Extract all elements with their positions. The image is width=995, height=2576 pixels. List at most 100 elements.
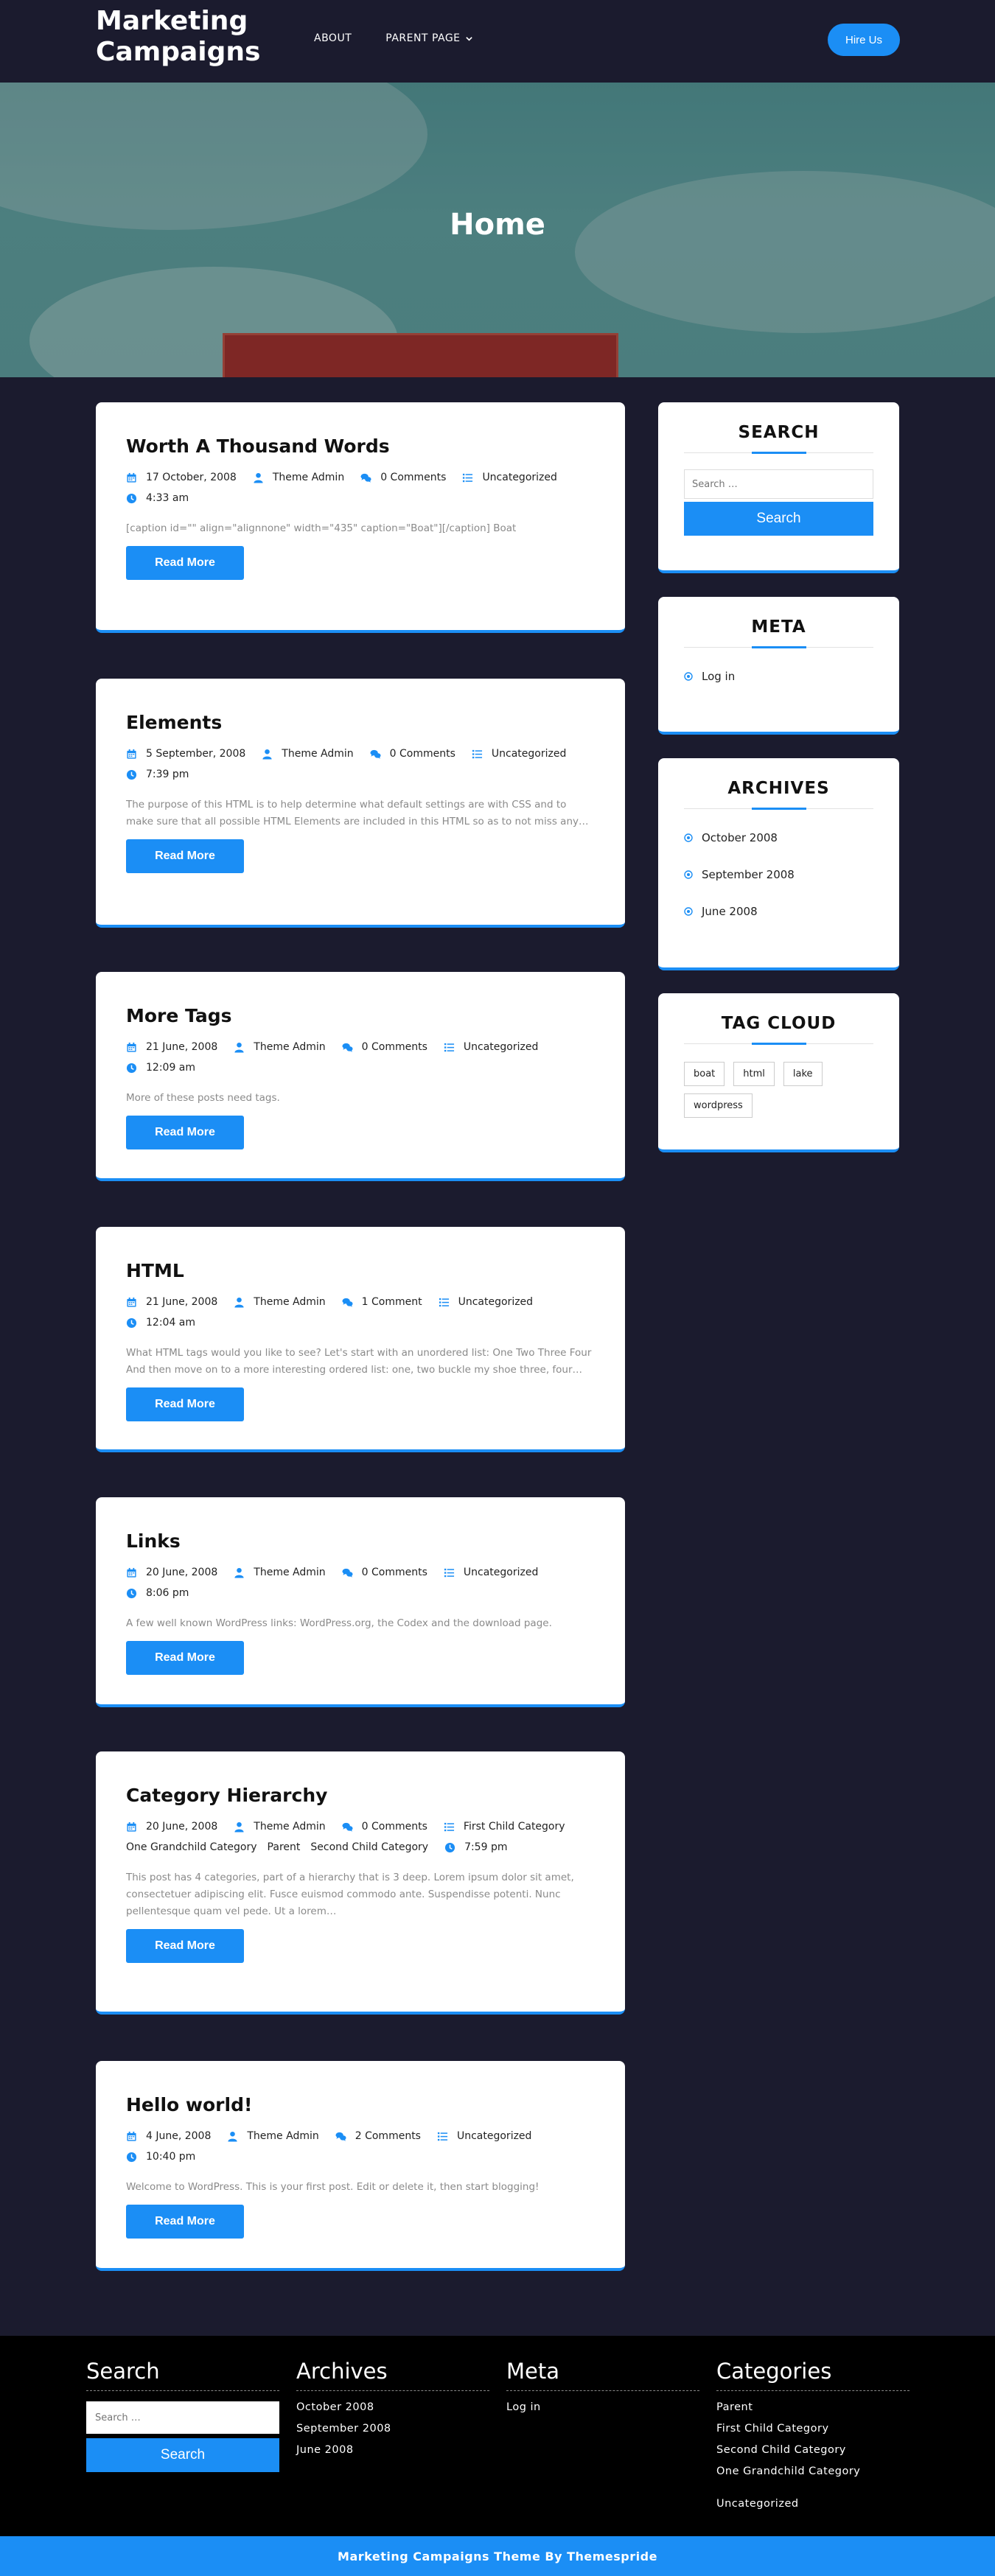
- post-category-link[interactable]: Parent: [268, 1841, 301, 1853]
- search-input[interactable]: [684, 469, 873, 499]
- post-meta: 4 June, 2008 Theme Admin 2 Comments Uncateg…: [126, 2130, 595, 2163]
- post-category-link[interactable]: Uncategorized: [492, 748, 566, 760]
- tag-link[interactable]: boat: [684, 1062, 725, 1086]
- footer-widget-title: Meta: [506, 2358, 699, 2391]
- post-author[interactable]: Theme Admin: [234, 1567, 326, 1578]
- footer-category-link[interactable]: Parent: [716, 2401, 910, 2413]
- widget-divider: [684, 452, 873, 453]
- post-card: HTML 21 June, 2008 Theme Admin 1 Comment Unc…: [96, 1227, 625, 1452]
- post-category-list: Uncategorized: [464, 1041, 538, 1053]
- archive-item[interactable]: October 2008: [684, 819, 873, 856]
- site-title[interactable]: Marketing Campaigns: [96, 6, 273, 68]
- post-category-link[interactable]: Uncategorized: [482, 472, 556, 483]
- read-more-button[interactable]: Read More: [126, 839, 244, 873]
- footer-archive-link[interactable]: September 2008: [296, 2423, 489, 2435]
- post-title[interactable]: More Tags: [126, 1004, 595, 1028]
- post-category-list: Uncategorized: [482, 472, 556, 483]
- widget-title: TAG CLOUD: [721, 1014, 837, 1033]
- footer-archive-link[interactable]: June 2008: [296, 2444, 489, 2456]
- archive-item[interactable]: June 2008: [684, 893, 873, 930]
- archive-item[interactable]: September 2008: [684, 856, 873, 893]
- post-title[interactable]: Worth A Thousand Words: [126, 435, 595, 458]
- tag-link[interactable]: wordpress: [684, 1093, 753, 1118]
- user-icon: [227, 2131, 238, 2142]
- hire-us-button[interactable]: Hire Us: [828, 24, 900, 56]
- post-category-link[interactable]: Second Child Category: [310, 1841, 428, 1853]
- post-card: Worth A Thousand Words 17 October, 2008 Th…: [96, 402, 625, 633]
- post-category-link[interactable]: Uncategorized: [464, 1041, 538, 1053]
- read-more-button[interactable]: Read More: [126, 1929, 244, 1963]
- post-comments[interactable]: 1 Comment: [342, 1296, 422, 1308]
- footer-search-button[interactable]: Search: [86, 2438, 279, 2472]
- post-category-link[interactable]: Uncategorized: [458, 1296, 533, 1308]
- post-category-link[interactable]: First Child Category: [464, 1821, 565, 1833]
- post-date[interactable]: 21 June, 2008: [126, 1041, 217, 1053]
- post-date[interactable]: 5 September, 2008: [126, 748, 245, 760]
- post-category-list: One Grandchild Category Parent Second Chil…: [126, 1841, 428, 1853]
- post-category-link[interactable]: Uncategorized: [464, 1567, 538, 1578]
- post-category-list: Uncategorized: [458, 1296, 533, 1308]
- read-more-button[interactable]: Read More: [126, 546, 244, 580]
- post-author[interactable]: Theme Admin: [253, 472, 344, 483]
- post-comments[interactable]: 2 Comments: [335, 2130, 421, 2142]
- post-date-text: 5 September, 2008: [146, 748, 246, 760]
- footer-meta-link[interactable]: Log in: [506, 2401, 699, 2413]
- read-more-button[interactable]: Read More: [126, 2205, 244, 2239]
- tag-link[interactable]: lake: [783, 1062, 823, 1086]
- meta-item-label: Log in: [702, 670, 736, 683]
- footer-category-link[interactable]: Uncategorized: [716, 2498, 910, 2510]
- nav-about[interactable]: ABOUT: [314, 32, 352, 44]
- post-comments[interactable]: 0 Comments: [342, 1041, 427, 1053]
- post-date[interactable]: 21 June, 2008: [126, 1296, 217, 1308]
- footer-archive-link[interactable]: October 2008: [296, 2401, 489, 2413]
- post-title[interactable]: Hello world!: [126, 2093, 595, 2117]
- archive-item-label: September 2008: [702, 868, 795, 881]
- footer-search: Search Search: [86, 2358, 279, 2472]
- post-comments-text: 0 Comments: [380, 472, 447, 483]
- post-time: 7:59 pm: [444, 1841, 507, 1853]
- post-author[interactable]: Theme Admin: [262, 748, 354, 760]
- post-comments[interactable]: 0 Comments: [342, 1821, 427, 1833]
- footer-widget-title: Archives: [296, 2358, 489, 2391]
- footer-meta-list: Log in: [506, 2401, 699, 2413]
- nav-parent-page[interactable]: PARENT PAGE: [385, 32, 472, 44]
- read-more-button[interactable]: Read More: [126, 1641, 244, 1675]
- list-icon: [444, 1821, 455, 1833]
- tag-link[interactable]: html: [733, 1062, 775, 1086]
- post-category-link[interactable]: Uncategorized: [457, 2130, 531, 2142]
- post-title[interactable]: Category Hierarchy: [126, 1784, 595, 1807]
- footer-category-link[interactable]: Second Child Category: [716, 2444, 910, 2456]
- post-title[interactable]: Links: [126, 1530, 595, 1553]
- radio-bullet-icon: [684, 907, 693, 916]
- comments-icon: [342, 1042, 353, 1053]
- post-time: 12:09 am: [126, 1062, 195, 1074]
- read-more-button[interactable]: Read More: [126, 1116, 244, 1149]
- footer-category-link[interactable]: First Child Category: [716, 2423, 910, 2435]
- search-widget: SEARCH Search: [658, 402, 899, 573]
- read-more-button[interactable]: Read More: [126, 1387, 244, 1421]
- post-author[interactable]: Theme Admin: [234, 1041, 326, 1053]
- post-date[interactable]: 17 October, 2008: [126, 472, 237, 483]
- post-title[interactable]: HTML: [126, 1259, 595, 1283]
- post-comments[interactable]: 0 Comments: [342, 1567, 427, 1578]
- post-author[interactable]: Theme Admin: [234, 1821, 326, 1833]
- footer-category-link[interactable]: One Grandchild Category: [716, 2465, 910, 2477]
- post-date[interactable]: 20 June, 2008: [126, 1567, 217, 1578]
- meta-item-login[interactable]: Log in: [684, 658, 873, 695]
- post-category-link[interactable]: One Grandchild Category: [126, 1841, 257, 1853]
- post-title[interactable]: Elements: [126, 711, 595, 735]
- nav-parent-page-label: PARENT PAGE: [385, 32, 461, 44]
- footer-search-input[interactable]: [86, 2401, 279, 2434]
- post-author[interactable]: Theme Admin: [234, 1296, 326, 1308]
- post-comments[interactable]: 0 Comments: [370, 748, 455, 760]
- post-time-text: 4:33 am: [146, 492, 189, 504]
- comments-icon: [342, 1567, 353, 1578]
- hero-banner: Home: [0, 83, 995, 377]
- clock-icon: [126, 1317, 137, 1329]
- post-date-text: 20 June, 2008: [146, 1821, 218, 1833]
- post-date[interactable]: 20 June, 2008: [126, 1821, 217, 1833]
- post-comments[interactable]: 0 Comments: [360, 472, 446, 483]
- post-date[interactable]: 4 June, 2008: [126, 2130, 211, 2142]
- search-button[interactable]: Search: [684, 502, 873, 536]
- post-author[interactable]: Theme Admin: [227, 2130, 319, 2142]
